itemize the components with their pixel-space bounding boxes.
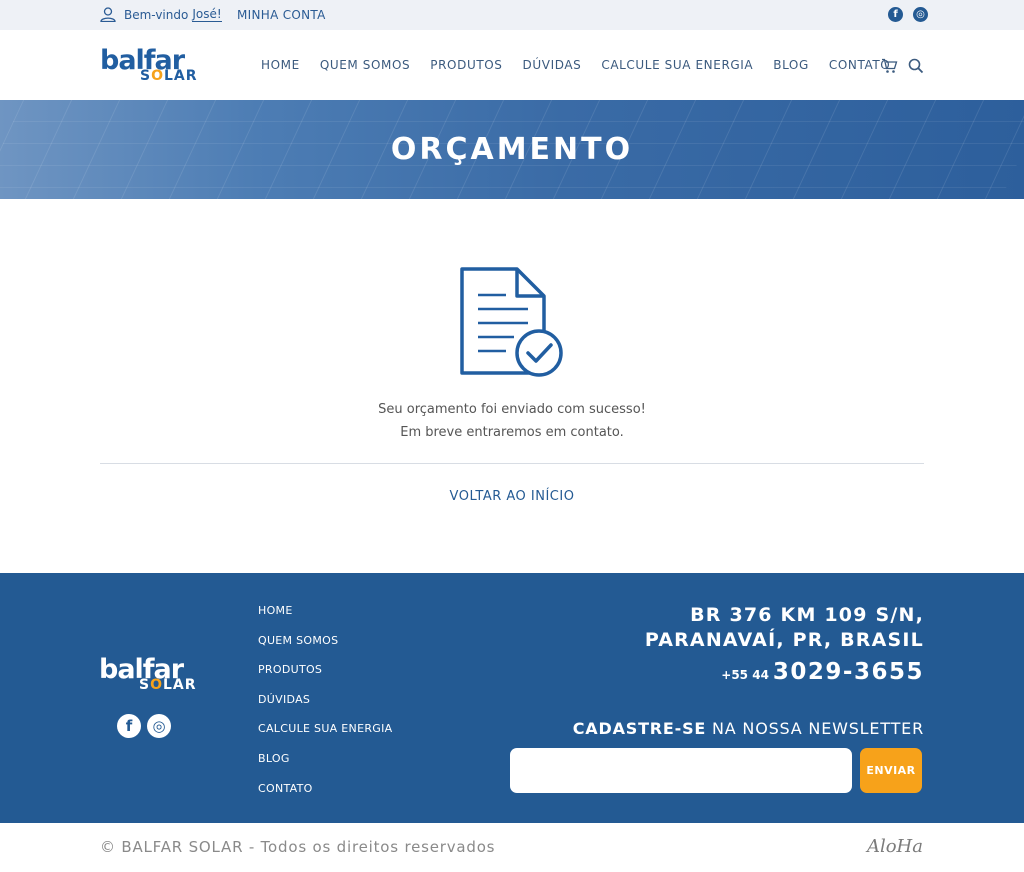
footer-nav-home[interactable]: HOME xyxy=(258,604,392,634)
site-logo[interactable]: balfar SOLAR xyxy=(100,47,202,84)
footer-nav-produtos[interactable]: PRODUTOS xyxy=(258,663,392,693)
back-home-link[interactable]: VOLTAR AO INÍCIO xyxy=(0,489,1024,504)
facebook-icon[interactable]: f xyxy=(117,714,141,738)
nav-duvidas[interactable]: DÚVIDAS xyxy=(523,58,582,72)
newsletter-email-input[interactable] xyxy=(510,748,852,793)
site-footer: balfar SOLAR f ◎ HOME QUEM SOMOS PRODUTO… xyxy=(0,573,1024,823)
newsletter-rest: NA NOSSA NEWSLETTER xyxy=(706,719,924,738)
page-banner: ORÇAMENTO xyxy=(0,100,1024,199)
address-line-2: PARANAVAÍ, PR, BRASIL xyxy=(644,629,924,651)
nav-quem-somos[interactable]: QUEM SOMOS xyxy=(320,58,410,72)
footer-nav-calcule[interactable]: CALCULE SUA ENERGIA xyxy=(258,722,392,752)
footer-nav-duvidas[interactable]: DÚVIDAS xyxy=(258,693,392,723)
search-icon[interactable] xyxy=(908,58,924,74)
success-line-2: Em breve entraremos em contato. xyxy=(400,425,624,440)
copyright-text: © BALFAR SOLAR - Todos os direitos reser… xyxy=(100,838,496,856)
nav-home[interactable]: HOME xyxy=(261,58,300,72)
success-message: Seu orçamento foi enviado com sucesso! E… xyxy=(0,398,1024,444)
divider xyxy=(100,463,924,464)
newsletter-bold: CADASTRE-SE xyxy=(572,719,707,738)
agency-logo[interactable]: AloHa xyxy=(867,836,923,857)
instagram-icon[interactable]: ◎ xyxy=(913,7,928,22)
welcome-prefix: Bem-vindo xyxy=(124,7,189,22)
success-line-1: Seu orçamento foi enviado com sucesso! xyxy=(378,402,646,417)
welcome-message: Bem-vindo José! xyxy=(100,7,222,22)
header-icons xyxy=(881,58,924,74)
footer-phone: +55 44 3029-3655 xyxy=(721,659,924,685)
my-account-link[interactable]: MINHA CONTA xyxy=(237,8,326,22)
footer-logo[interactable]: balfar SOLAR xyxy=(99,656,201,693)
top-social-links: f ◎ xyxy=(888,7,928,22)
cart-icon[interactable] xyxy=(881,58,898,74)
document-check-icon xyxy=(460,267,563,377)
newsletter-heading: CADASTRE-SE NA NOSSA NEWSLETTER xyxy=(573,719,924,738)
site-header: balfar SOLAR HOME QUEM SOMOS PRODUTOS DÚ… xyxy=(0,30,1024,100)
footer-logo-sub: SOLAR xyxy=(139,677,197,693)
logo-sub: SOLAR xyxy=(140,68,198,84)
footer-address: BR 376 KM 109 S/N, PARANAVAÍ, PR, BRASIL xyxy=(645,603,924,653)
address-line-1: BR 376 KM 109 S/N, xyxy=(690,604,924,626)
newsletter-send-button[interactable]: ENVIAR xyxy=(860,748,922,793)
footer-nav-contato[interactable]: CONTATO xyxy=(258,782,392,812)
facebook-icon[interactable]: f xyxy=(888,7,903,22)
footer-nav-quem-somos[interactable]: QUEM SOMOS xyxy=(258,634,392,664)
phone-number: 3029-3655 xyxy=(772,659,924,685)
instagram-icon[interactable]: ◎ xyxy=(147,714,171,738)
nav-calcule[interactable]: CALCULE SUA ENERGIA xyxy=(601,58,753,72)
nav-produtos[interactable]: PRODUTOS xyxy=(430,58,502,72)
footer-nav: HOME QUEM SOMOS PRODUTOS DÚVIDAS CALCULE… xyxy=(258,604,392,811)
footer-nav-blog[interactable]: BLOG xyxy=(258,752,392,782)
main-nav: HOME QUEM SOMOS PRODUTOS DÚVIDAS CALCULE… xyxy=(261,58,910,72)
top-bar: Bem-vindo José! MINHA CONTA f ◎ xyxy=(0,0,1024,30)
user-icon xyxy=(100,7,116,22)
footer-social-links: f ◎ xyxy=(117,714,171,738)
phone-prefix: +55 44 xyxy=(721,668,769,682)
nav-blog[interactable]: BLOG xyxy=(773,58,809,72)
page-title: ORÇAMENTO xyxy=(390,132,634,167)
welcome-user-link[interactable]: José! xyxy=(192,7,222,22)
